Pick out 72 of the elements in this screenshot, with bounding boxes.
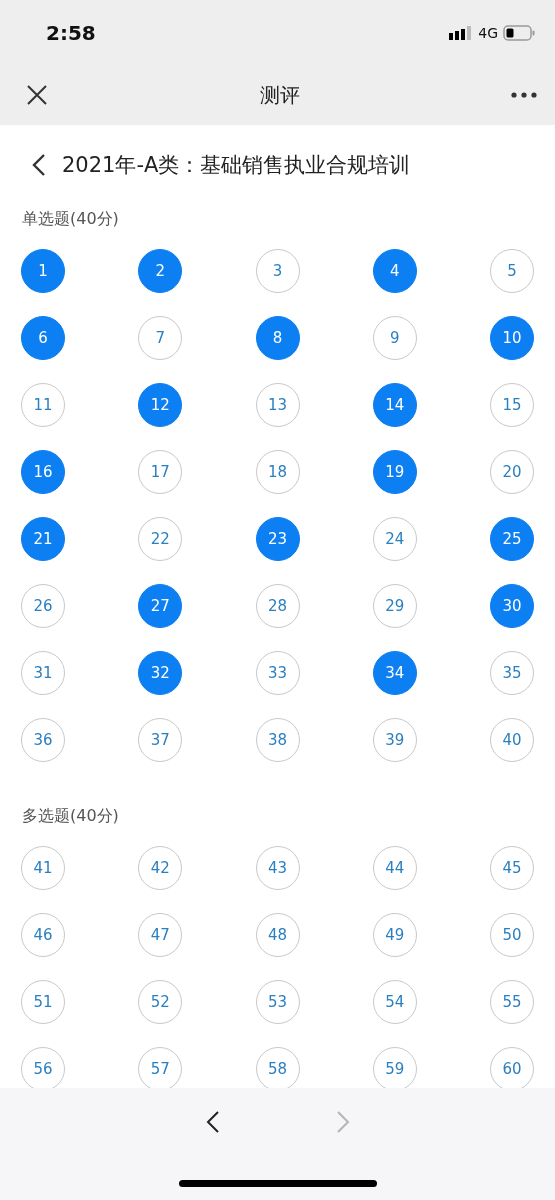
question-number-button[interactable]: 7 — [138, 316, 183, 360]
question-number-button[interactable]: 14 — [372, 383, 417, 427]
question-number-button[interactable]: 38 — [255, 718, 300, 762]
network-label: 4G — [478, 24, 498, 41]
question-number-button[interactable]: 51 — [21, 980, 65, 1024]
question-number-button[interactable]: 28 — [255, 584, 300, 628]
question-number-button[interactable]: 3 — [255, 249, 300, 293]
question-number-button[interactable]: 17 — [138, 450, 183, 494]
question-number-button[interactable]: 25 — [490, 517, 534, 561]
question-number-button[interactable]: 23 — [255, 517, 300, 561]
question-number-button[interactable]: 21 — [21, 517, 65, 561]
question-number-button[interactable]: 34 — [372, 651, 417, 695]
question-number-button[interactable]: 39 — [372, 718, 417, 762]
question-number-button[interactable]: 1 — [21, 249, 65, 293]
question-number-button[interactable]: 59 — [372, 1047, 417, 1088]
question-number-button[interactable]: 22 — [138, 517, 183, 561]
question-number-button[interactable]: 57 — [138, 1047, 183, 1088]
question-number-button[interactable]: 53 — [255, 980, 300, 1024]
question-number-button[interactable]: 47 — [138, 913, 183, 957]
question-number-button[interactable]: 35 — [490, 651, 534, 695]
exam-title: 2021年-A类：基础销售执业合规培训 — [62, 152, 411, 179]
section-label: 单选题(40分) — [21, 208, 120, 229]
question-number-button[interactable]: 16 — [21, 450, 65, 494]
question-number-button[interactable]: 20 — [490, 450, 534, 494]
question-number-button[interactable]: 40 — [490, 718, 534, 762]
question-number-button[interactable]: 33 — [255, 651, 300, 695]
question-number-button[interactable]: 4 — [372, 249, 417, 293]
question-number-button[interactable]: 49 — [372, 913, 417, 957]
question-number-button[interactable]: 45 — [490, 846, 534, 890]
question-number-button[interactable]: 37 — [138, 718, 183, 762]
question-number-button[interactable]: 48 — [255, 913, 300, 957]
question-number-button[interactable]: 18 — [255, 450, 300, 494]
question-number-button[interactable]: 60 — [490, 1047, 534, 1088]
question-number-button[interactable]: 31 — [21, 651, 65, 695]
question-number-button[interactable]: 52 — [138, 980, 183, 1024]
question-number-button[interactable]: 44 — [372, 846, 417, 890]
question-number-button[interactable]: 13 — [255, 383, 300, 427]
question-number-button[interactable]: 26 — [21, 584, 65, 628]
question-number-button[interactable]: 46 — [21, 913, 65, 957]
section-label: 多选题(40分) — [21, 805, 120, 826]
question-number-button[interactable]: 15 — [490, 383, 534, 427]
question-number-button[interactable]: 5 — [490, 249, 534, 293]
question-number-button[interactable]: 2 — [138, 249, 183, 293]
question-number-button[interactable]: 36 — [21, 718, 65, 762]
question-number-button[interactable]: 24 — [372, 517, 417, 561]
question-number-button[interactable]: 9 — [372, 316, 417, 360]
signal-icon — [449, 25, 474, 40]
more-button[interactable] — [511, 92, 537, 98]
question-number-button[interactable]: 11 — [21, 383, 65, 427]
battery-icon — [503, 24, 535, 41]
question-number-button[interactable]: 29 — [372, 584, 417, 628]
status-time: 2:58 — [46, 20, 96, 45]
back-button[interactable] — [32, 153, 46, 177]
question-number-button[interactable]: 32 — [138, 651, 183, 695]
question-number-button[interactable]: 55 — [490, 980, 534, 1024]
question-number-button[interactable]: 41 — [21, 846, 65, 890]
close-button[interactable] — [26, 84, 48, 106]
question-number-button[interactable]: 6 — [21, 316, 65, 360]
question-number-button[interactable]: 58 — [255, 1047, 300, 1088]
question-number-button[interactable]: 56 — [21, 1047, 65, 1088]
question-number-button[interactable]: 43 — [255, 846, 300, 890]
question-number-button[interactable]: 30 — [490, 584, 534, 628]
previous-button[interactable] — [205, 1110, 220, 1134]
page-title: 测评 — [259, 81, 300, 109]
question-number-button[interactable]: 50 — [490, 913, 534, 957]
question-number-button[interactable]: 42 — [138, 846, 183, 890]
question-number-button[interactable]: 19 — [372, 450, 417, 494]
question-number-button[interactable]: 54 — [372, 980, 417, 1024]
question-number-button[interactable]: 12 — [138, 383, 183, 427]
question-number-button[interactable]: 8 — [255, 316, 300, 360]
question-number-button[interactable]: 10 — [490, 316, 534, 360]
question-number-button[interactable]: 27 — [138, 584, 183, 628]
